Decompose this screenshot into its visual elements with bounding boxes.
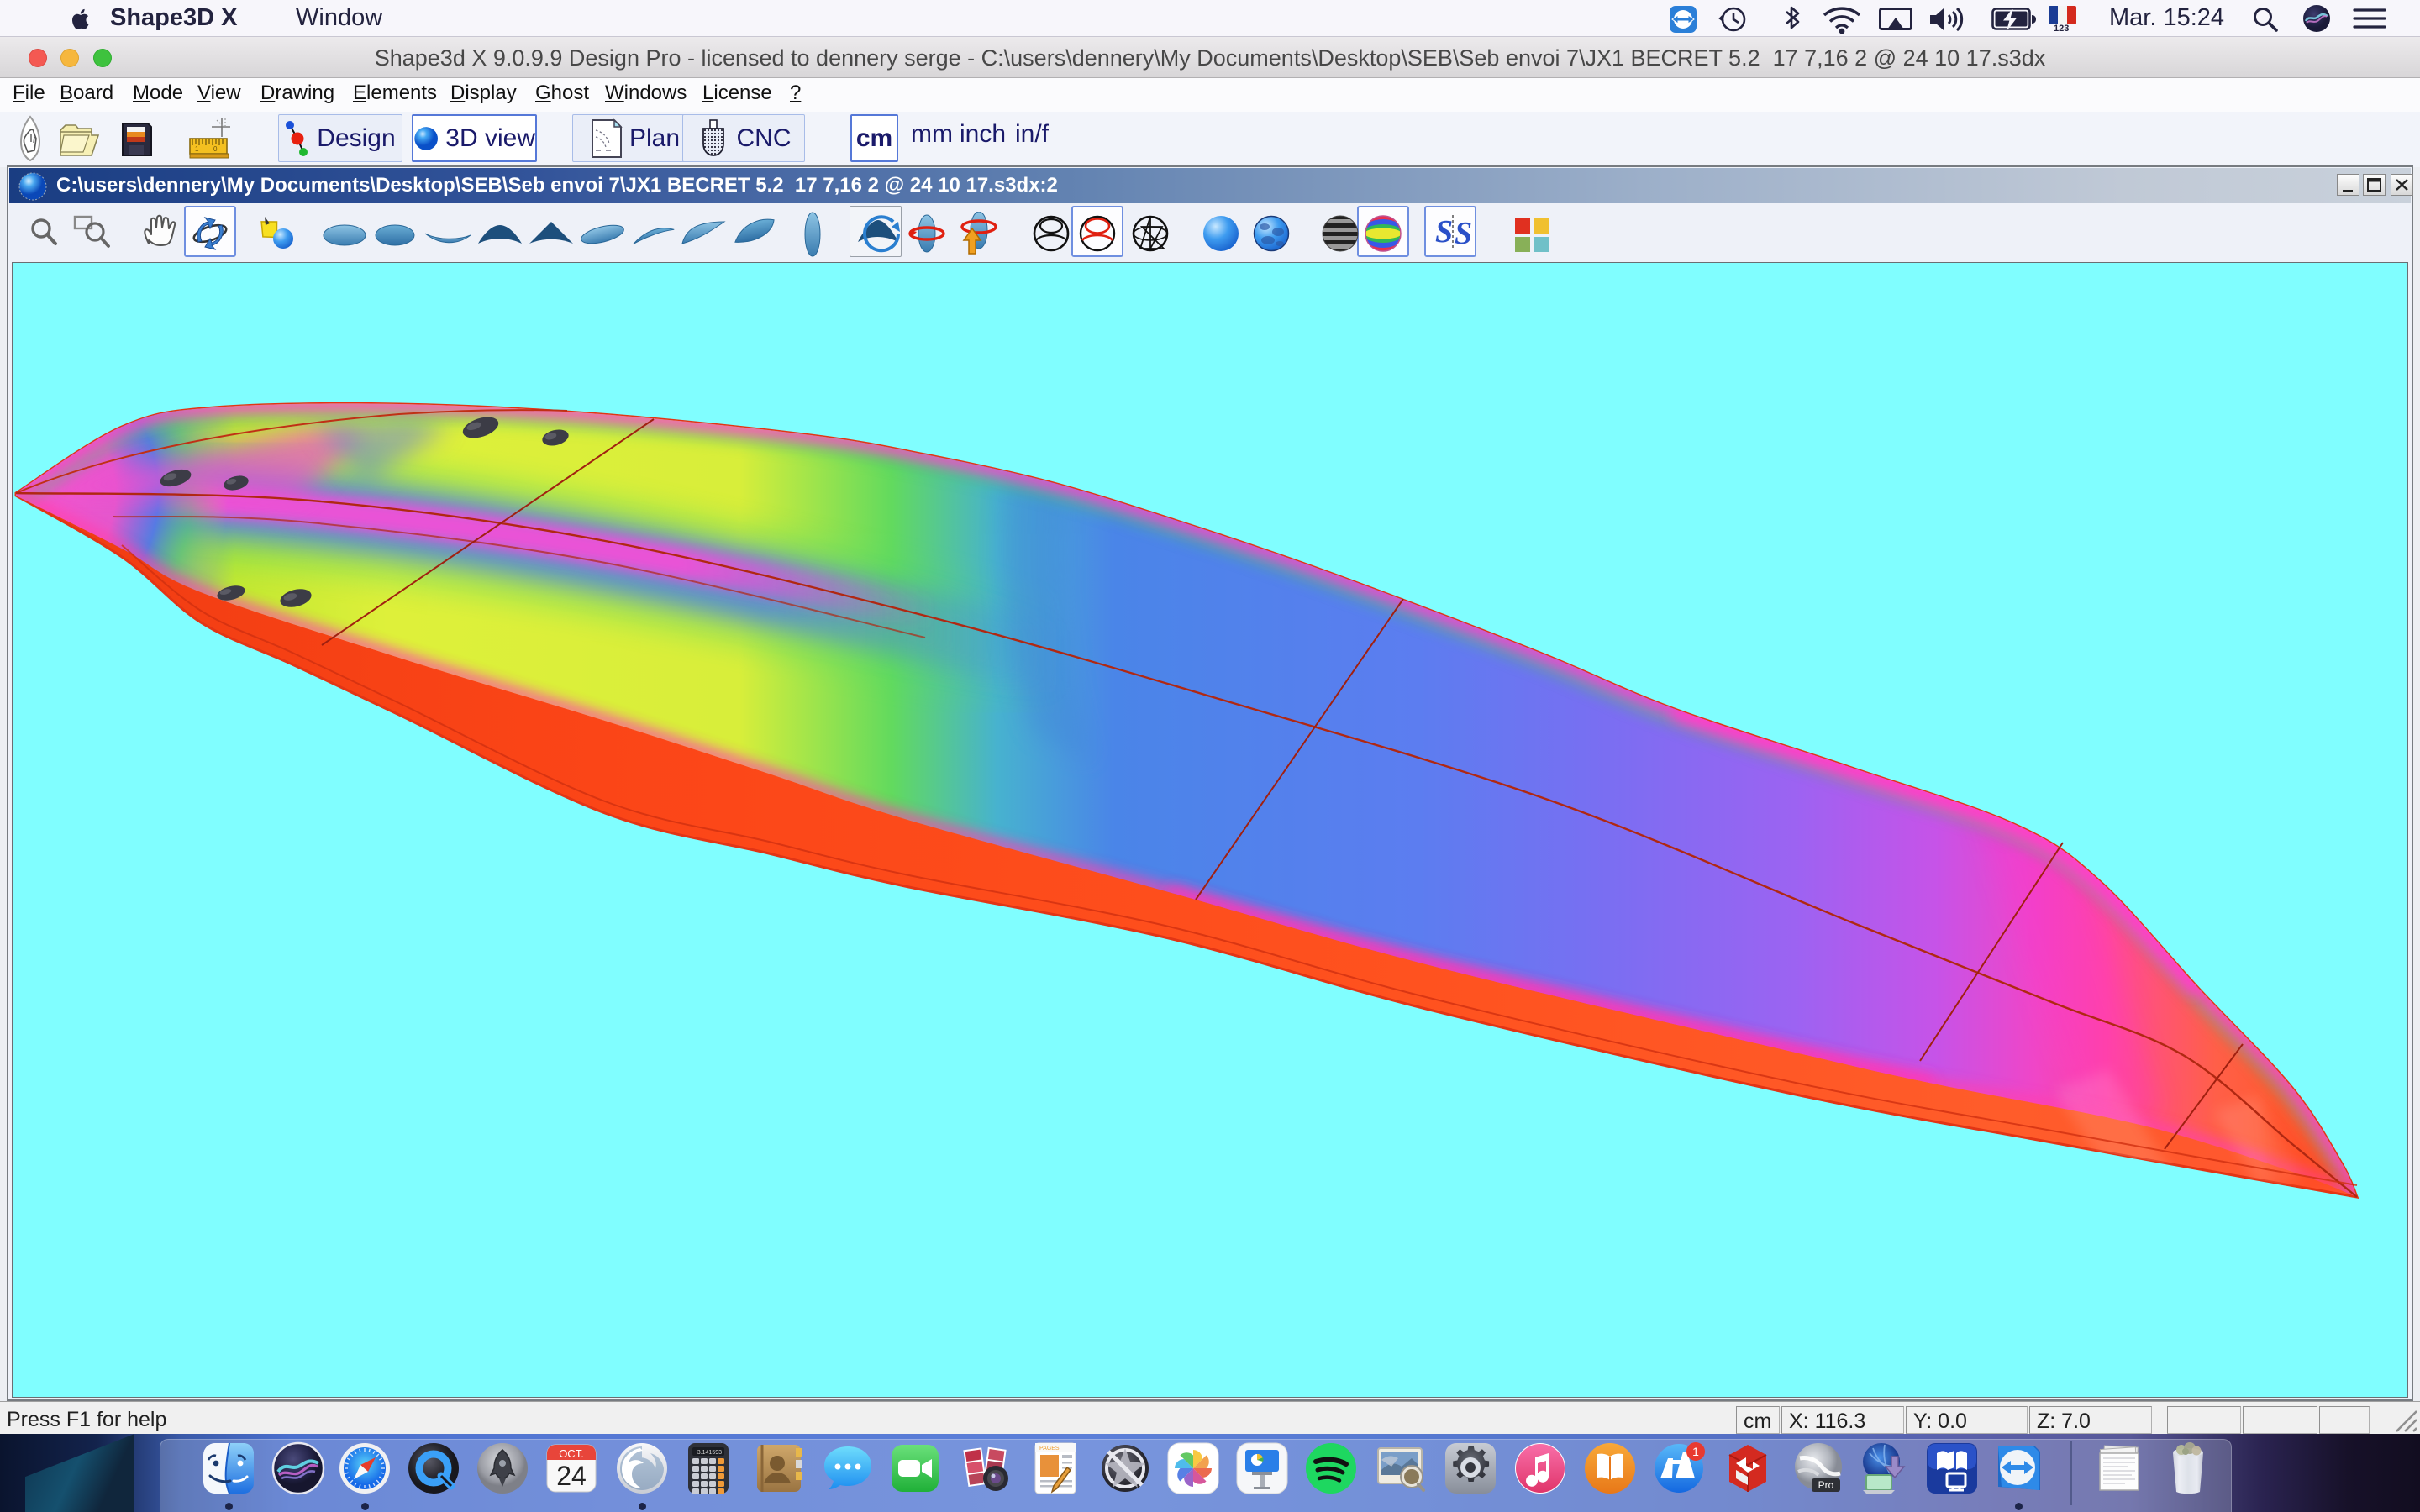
svg-text:OCT.: OCT.	[559, 1447, 584, 1460]
svg-text:PAGES: PAGES	[1039, 1446, 1060, 1452]
svg-text:0: 0	[213, 145, 218, 153]
svg-text:Pro: Pro	[1818, 1479, 1834, 1491]
svg-text:S: S	[1455, 216, 1471, 251]
svg-text:S: S	[1435, 214, 1453, 249]
svg-text:1: 1	[1692, 1445, 1699, 1458]
svg-text:3.141593: 3.141593	[697, 1450, 722, 1456]
svg-text:1: 1	[195, 145, 199, 153]
svg-text:24: 24	[556, 1461, 587, 1491]
